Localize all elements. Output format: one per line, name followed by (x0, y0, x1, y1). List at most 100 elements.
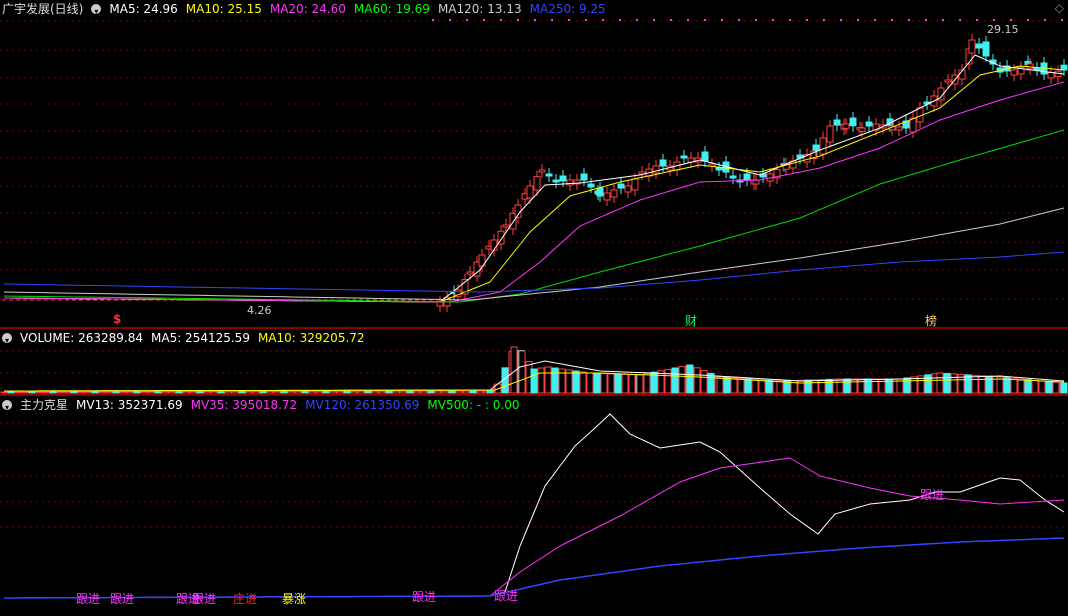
volume-ma10: MA10: 329205.72 (257, 331, 365, 345)
volume-bar (744, 378, 752, 394)
candle-body (580, 173, 588, 181)
volume-bar (378, 390, 386, 394)
signal-dot (755, 19, 757, 21)
candle-body (982, 41, 990, 57)
signal-dot (602, 19, 604, 21)
volume-bar (217, 391, 225, 394)
settings-circle-icon[interactable]: ▾ (2, 400, 12, 412)
ma60-value: MA60: 19.69 (353, 2, 430, 16)
volume-bar (259, 390, 267, 394)
ma120-value: MA120: 13.13 (437, 2, 522, 16)
volume-bar (1045, 381, 1053, 394)
volume-bar (308, 390, 316, 394)
signal-gen-jin: 跟进 (412, 590, 437, 604)
indicator-chart[interactable] (0, 396, 1068, 616)
candle-body (559, 175, 567, 182)
candle-body (538, 169, 546, 173)
volume-bar (182, 391, 190, 394)
volume-bar (758, 379, 766, 394)
volume-panel[interactable]: ▾ VOLUME: 263289.84 MA5: 254125.59 MA10:… (0, 329, 1068, 395)
event-marker-bang[interactable]: 榜 (925, 312, 937, 329)
volume-bar (843, 378, 851, 394)
candle-body (865, 121, 873, 127)
signal-dot (568, 19, 570, 21)
volume-bar (364, 390, 372, 394)
volume-bar (455, 390, 463, 394)
mv120-value: MV120: 261350.69 (305, 398, 420, 412)
candle-body (610, 189, 618, 198)
volume-bar (804, 379, 812, 394)
volume-bar (593, 372, 601, 394)
volume-bar (63, 391, 71, 394)
volume-bar (551, 367, 559, 394)
volume-bar (700, 370, 708, 394)
signal-dot (449, 19, 451, 21)
signal-dot (857, 19, 859, 21)
candle-body (842, 123, 850, 129)
event-marker-cai[interactable]: 财 (685, 312, 697, 329)
signal-dot (976, 19, 978, 21)
volume-bar (671, 367, 679, 394)
volume-bar (231, 391, 239, 394)
candle-body (552, 179, 560, 183)
indicator-panel[interactable]: ▾ 主力克星 MV13: 352371.69 MV35: 395018.72 M… (0, 396, 1068, 616)
signal-dot (517, 19, 519, 21)
signal-gen-jin: 跟进 (110, 592, 135, 606)
settings-circle-icon[interactable]: ▾ (91, 4, 102, 16)
volume-bar (850, 378, 858, 394)
signal-dot (942, 19, 944, 21)
volume-bar (224, 391, 232, 394)
volume-bar (924, 374, 932, 394)
volume-bar (175, 391, 183, 394)
mv13-value: MV13: 352371.69 (76, 398, 183, 412)
volume-bar (737, 377, 745, 394)
signal-dot (483, 19, 485, 21)
volume-bar (399, 390, 407, 394)
volume-bar (723, 376, 731, 394)
volume-bar (693, 367, 701, 394)
volume-bar (818, 379, 826, 394)
price-legend: 广宇发展(日线) ▾ MA5: 24.96 MA10: 25.15 MA20: … (0, 0, 606, 18)
diamond-icon[interactable]: ◇ (1055, 1, 1064, 15)
volume-bar (287, 390, 295, 394)
volume-bar (371, 390, 379, 394)
volume-bar (98, 391, 106, 394)
volume-bar (1010, 377, 1018, 394)
volume-bar (1052, 381, 1060, 394)
volume-bar (950, 373, 958, 394)
signal-dot (1027, 19, 1029, 21)
volume-bar (322, 390, 330, 394)
volume-ma5: MA5: 254125.59 (151, 331, 250, 345)
event-marker-s[interactable]: $ (113, 312, 121, 326)
ma20-value: MA20: 24.60 (269, 2, 346, 16)
candle-body (1060, 64, 1068, 71)
volume-bar (1038, 380, 1046, 394)
signal-dot (636, 19, 638, 21)
signal-dot (823, 19, 825, 21)
signal-dot (806, 19, 808, 21)
volume-bar (147, 391, 155, 394)
volume-bar (836, 378, 844, 394)
volume-bar (448, 390, 456, 394)
volume-bar (56, 391, 64, 394)
volume-bar (686, 364, 694, 394)
candle-body (596, 187, 604, 197)
volume-bar (572, 370, 580, 394)
signal-zhuang-jin: 庄进 (233, 592, 258, 606)
volume-bar (406, 390, 414, 394)
volume-bar (105, 391, 113, 394)
signal-gen-jin: 跟进 (494, 589, 519, 603)
volume-bar (678, 366, 686, 394)
volume-bar (765, 379, 773, 394)
volume-legend: ▾ VOLUME: 263289.84 MA5: 254125.59 MA10:… (0, 329, 365, 347)
volume-bar (530, 368, 538, 394)
volume-bar (964, 374, 972, 394)
settings-circle-icon[interactable]: ▾ (2, 333, 12, 345)
signal-dot (874, 19, 876, 21)
volume-bar (154, 391, 162, 394)
signal-dot (585, 19, 587, 21)
volume-bar (825, 378, 833, 394)
volume-bar (77, 391, 85, 394)
price-panel[interactable]: 广宇发展(日线) ▾ MA5: 24.96 MA10: 25.15 MA20: … (0, 0, 1068, 328)
price-chart[interactable] (0, 0, 1068, 328)
